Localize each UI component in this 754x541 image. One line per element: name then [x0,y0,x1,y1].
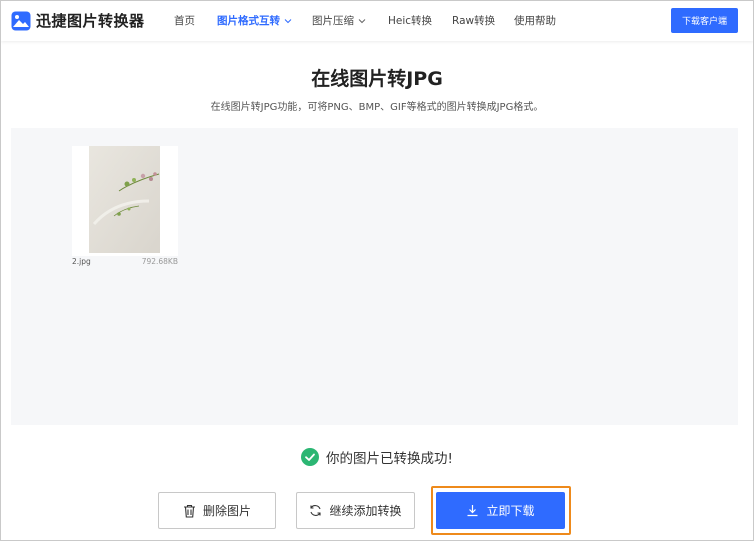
file-thumbnail [72,146,178,256]
nav-help[interactable]: 使用帮助 [514,13,556,28]
download-now-button[interactable]: 立即下载 [436,492,565,529]
nav-home-label: 首页 [174,15,195,27]
brand-logo[interactable]: 迅捷图片转换器 [11,10,145,31]
nav-heic-label: Heic转换 [388,15,433,27]
image-logo-icon [11,11,31,30]
nav-home[interactable]: 首页 [174,13,195,28]
thumbnail-image [89,146,160,253]
file-card[interactable] [72,146,178,256]
file-size: 792.68KB [141,257,178,266]
continue-add-button[interactable]: 继续添加转换 [296,492,415,529]
nav-compress[interactable]: 图片压缩 [312,13,366,28]
nav-format-convert-label: 图片格式互转 [217,15,280,27]
page-title: 在线图片转JPG [311,68,443,90]
nav-raw[interactable]: Raw转换 [452,13,495,28]
page-subtitle: 在线图片转JPG功能，可将PNG、BMP、GIF等格式的图片转换成JPG格式。 [210,102,544,113]
nav-compress-label: 图片压缩 [312,15,354,27]
check-circle-icon [301,448,320,466]
nav-help-label: 使用帮助 [514,15,556,27]
nav-heic[interactable]: Heic转换 [388,13,432,28]
success-text: 你的图片已转换成功! [326,451,453,467]
file-name: 2.jpg [72,257,91,266]
delete-label: 删除图片 [202,504,251,518]
success-message: 你的图片已转换成功! [0,447,754,467]
refresh-icon [310,505,322,516]
trash-icon [183,504,195,518]
continue-label: 继续添加转换 [329,504,402,518]
nav-format-convert[interactable]: 图片格式互转 [217,13,292,28]
top-header: 迅捷图片转换器 首页 图片格式互转 图片压缩 Heic转换 Raw转换 使用帮助… [1,1,753,41]
download-client-button[interactable]: 下载客户端 [671,8,738,33]
download-icon [467,505,478,517]
file-meta: 2.jpg 792.68KB [72,257,178,266]
delete-image-button[interactable]: 删除图片 [158,492,276,529]
download-label: 立即下载 [486,504,535,518]
nav-raw-label: Raw转换 [452,15,496,27]
brand-name: 迅捷图片转换器 [36,12,145,30]
chevron-down-icon [358,18,366,23]
chevron-down-icon [284,18,292,23]
